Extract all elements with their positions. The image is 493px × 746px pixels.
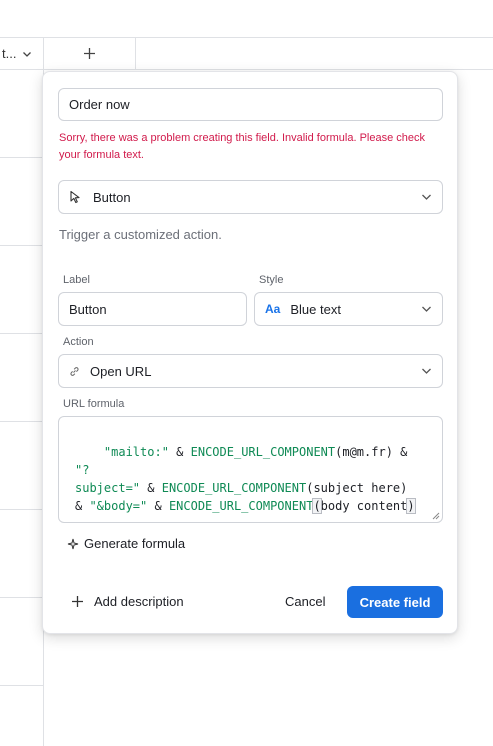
generate-formula-button[interactable]: Generate formula bbox=[67, 536, 185, 551]
cancel-label: Cancel bbox=[285, 594, 326, 609]
column-header[interactable]: t... bbox=[0, 38, 44, 69]
cancel-button[interactable]: Cancel bbox=[285, 594, 325, 609]
chevron-down-icon bbox=[422, 306, 431, 312]
add-column-button[interactable] bbox=[44, 38, 136, 69]
add-description-button[interactable]: Add description bbox=[71, 594, 184, 609]
formula-token: & bbox=[147, 499, 169, 513]
button-label-input[interactable]: Button bbox=[58, 292, 247, 326]
error-message: Sorry, there was a problem creating this… bbox=[59, 132, 426, 161]
formula-token: ENCODE_URL_COMPONENT bbox=[190, 445, 336, 459]
action-select[interactable]: Open URL bbox=[58, 354, 443, 388]
button-label-value: Button bbox=[69, 301, 107, 317]
grid-column bbox=[0, 70, 44, 746]
row-divider bbox=[0, 421, 44, 422]
style-value: Blue text bbox=[290, 301, 341, 317]
field-name-input[interactable]: Order now bbox=[58, 88, 443, 121]
create-field-label: Create field bbox=[359, 594, 431, 610]
link-icon bbox=[70, 366, 79, 376]
url-formula-editor[interactable]: "mailto:" & ENCODE_URL_COMPONENT(m@m.fr)… bbox=[58, 416, 443, 523]
formula-token: "? subject=" bbox=[75, 463, 141, 495]
style-select[interactable]: Aa Blue text bbox=[254, 292, 443, 326]
field-type-description: Trigger a customized action. bbox=[59, 227, 222, 242]
label-title: Label bbox=[63, 274, 90, 286]
formula-token: (m@m.fr) bbox=[335, 445, 393, 459]
add-description-label: Add description bbox=[94, 594, 184, 609]
row-divider bbox=[0, 157, 44, 158]
column-label: t... bbox=[2, 46, 17, 61]
row-divider bbox=[0, 245, 44, 246]
grid-header: t... bbox=[0, 37, 493, 70]
formula-token: ENCODE_URL_COMPONENT bbox=[168, 499, 314, 513]
text-style-icon: Aa bbox=[265, 302, 281, 316]
chevron-down-icon bbox=[23, 51, 32, 57]
create-field-dialog: Order now Sorry, there was a problem cre… bbox=[42, 71, 458, 634]
formula-token: "&body=" bbox=[89, 499, 148, 513]
cursor-arrow-icon bbox=[70, 190, 80, 204]
create-field-button[interactable]: Create field bbox=[347, 586, 443, 618]
formula-token: ( bbox=[312, 498, 322, 514]
resize-handle-icon[interactable] bbox=[432, 512, 440, 520]
action-title: Action bbox=[63, 336, 94, 348]
plus-icon bbox=[72, 596, 83, 607]
formula-token: ENCODE_URL_COMPONENT bbox=[161, 481, 307, 495]
formula-token: ) bbox=[406, 498, 416, 514]
url-formula-title: URL formula bbox=[63, 398, 125, 410]
chevron-down-icon bbox=[422, 194, 431, 200]
style-title: Style bbox=[259, 274, 284, 286]
field-type-label: Button bbox=[93, 189, 131, 205]
formula-token: "mailto:" bbox=[103, 445, 169, 459]
sparkle-icon bbox=[67, 538, 79, 549]
formula-token: & bbox=[168, 445, 191, 459]
plus-icon bbox=[84, 48, 95, 59]
row-divider bbox=[0, 685, 44, 686]
formula-token: & bbox=[392, 445, 415, 459]
row-divider bbox=[0, 597, 44, 598]
row-divider bbox=[0, 333, 44, 334]
action-value: Open URL bbox=[90, 363, 152, 379]
chevron-down-icon bbox=[422, 368, 431, 374]
row-divider bbox=[0, 509, 44, 510]
formula-token: & bbox=[140, 481, 162, 495]
generate-formula-label: Generate formula bbox=[84, 536, 186, 551]
formula-token: body content bbox=[320, 499, 408, 513]
field-type-select[interactable]: Button bbox=[58, 180, 443, 214]
